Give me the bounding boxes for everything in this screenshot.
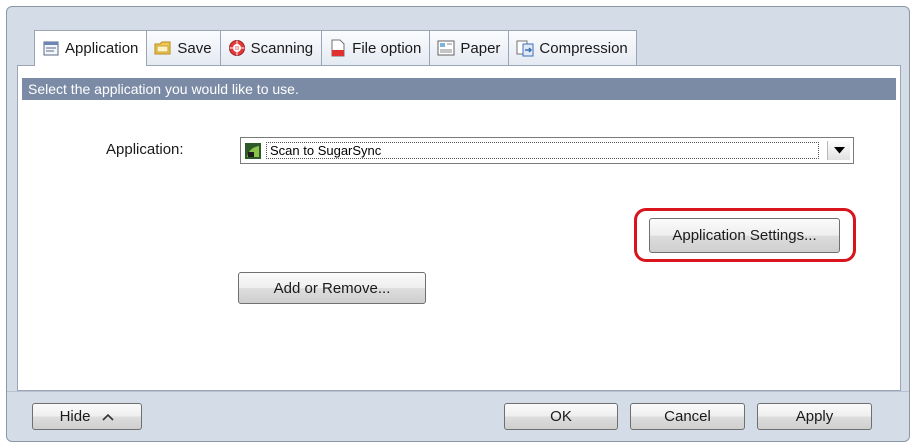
application-label: Application: [106,141,184,158]
scan-settings-dialog: Application Save Scanning File option Pa… [6,6,910,442]
application-settings-button[interactable]: Application Settings... [649,218,840,253]
apply-button[interactable]: Apply [757,403,872,430]
tab-file-option-label: File option [352,39,422,57]
file-option-icon [331,39,345,57]
application-selected-text: Scan to SugarSync [266,142,819,159]
chevron-down-icon [833,147,845,154]
tab-scanning[interactable]: Scanning [219,30,323,65]
application-icon [43,41,59,55]
scanning-icon [228,40,245,56]
application-selected: Scan to SugarSync [245,141,819,160]
tab-file-option[interactable]: File option [321,30,431,65]
tab-application[interactable]: Application [34,30,148,66]
sugarsync-icon [245,142,261,159]
dropdown-arrow[interactable] [827,141,850,160]
tab-save-label: Save [177,39,212,57]
compression-icon [516,40,534,57]
tab-compression[interactable]: Compression [508,30,637,65]
footer-separator [7,391,909,392]
hide-button[interactable]: Hide [32,403,142,430]
panel-header: Select the application you would like to… [22,78,896,100]
hide-button-label: Hide [59,408,91,425]
tab-bar: Application Save Scanning File option Pa… [34,30,637,66]
add-or-remove-button[interactable]: Add or Remove... [238,272,426,304]
tab-save[interactable]: Save [146,30,221,65]
paper-icon [437,40,455,56]
tab-paper[interactable]: Paper [429,30,510,65]
cancel-button[interactable]: Cancel [630,403,745,430]
ok-button[interactable]: OK [504,403,618,430]
chevron-up-icon [102,413,114,421]
folder-icon [154,41,171,55]
tab-application-label: Application [65,40,139,57]
tab-paper-label: Paper [460,39,501,57]
application-panel: Select the application you would like to… [17,65,901,391]
tab-scanning-label: Scanning [250,39,314,57]
application-dropdown[interactable]: Scan to SugarSync [240,137,854,164]
tab-compression-label: Compression [539,39,628,57]
